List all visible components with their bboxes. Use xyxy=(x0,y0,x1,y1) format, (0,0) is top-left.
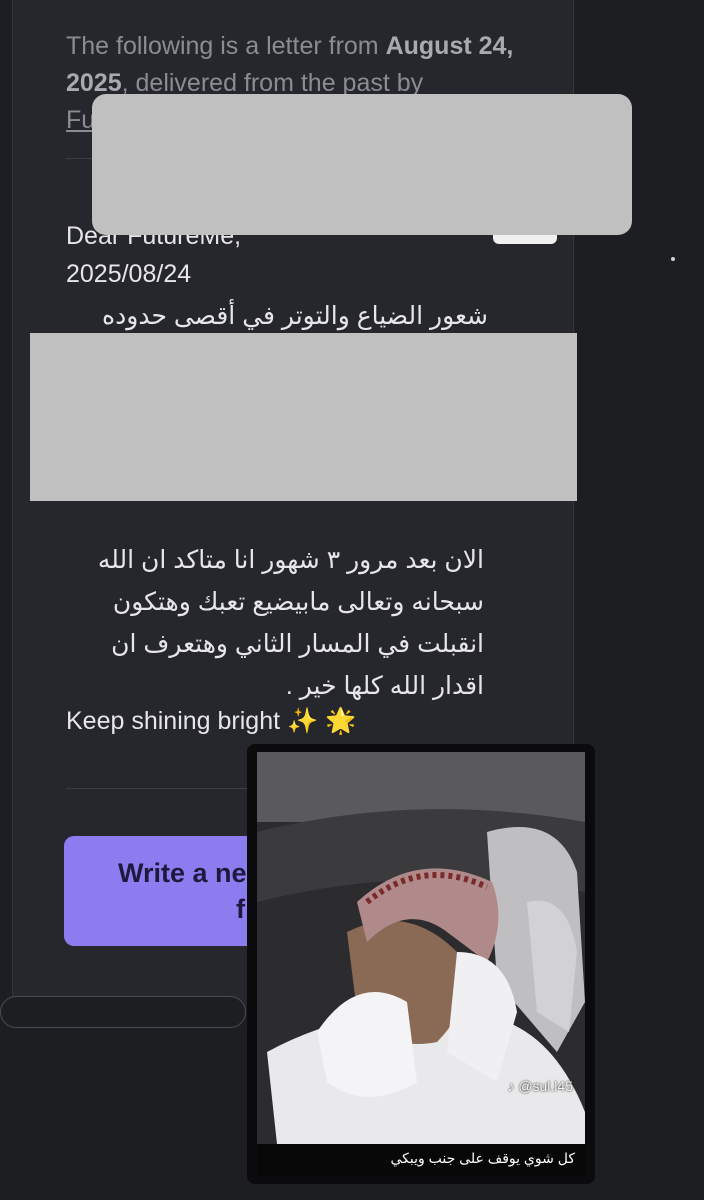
tiktok-watermark: ♪ @sul.l45 xyxy=(507,1078,573,1094)
date-line: 2025/08/24 xyxy=(66,260,192,288)
body-line: انقبلت في المسار الثاني وهتعرف ان xyxy=(111,630,484,658)
secondary-button[interactable] xyxy=(0,996,246,1028)
letter-body: الان بعد مرور ٣ شهور انا متاكد ان الله س… xyxy=(66,539,484,707)
body-line: اقدار الله كلها خير . xyxy=(285,672,484,700)
video-screen: ♪ @sul.l45 كل شوي يوقف على جنب ويبكي xyxy=(257,752,585,1176)
sign-off: Keep shining bright ✨ 🌟 xyxy=(66,707,357,735)
intro-suffix: , delivered from the past by xyxy=(121,69,424,97)
watermark-handle: @sul.l45 xyxy=(518,1078,573,1094)
cta-label-line2: f xyxy=(236,894,245,924)
caption-bar: كل شوي يوقف على جنب ويبكي xyxy=(257,1144,585,1176)
intro-prefix: The following is a letter from xyxy=(66,32,386,60)
body-line: سبحانه وتعالى مابيضيع تعبك وهتكون xyxy=(112,588,484,616)
video-overlay[interactable]: ♪ @sul.l45 كل شوي يوقف على جنب ويبكي xyxy=(247,744,595,1184)
redaction-box xyxy=(30,333,577,501)
video-caption: كل شوي يوقف على جنب ويبكي xyxy=(390,1150,575,1166)
body-line: الان بعد مرور ٣ شهور انا متاكد ان الله xyxy=(97,546,484,574)
cta-label-line1: Write a ne xyxy=(118,858,247,888)
redaction-box xyxy=(92,94,632,235)
dot xyxy=(671,257,675,261)
video-scene xyxy=(257,752,585,1176)
arabic-line: شعور الضياع والتوتر في أقصى حدوده xyxy=(102,302,488,330)
futureme-link[interactable]: Fu xyxy=(66,106,95,134)
